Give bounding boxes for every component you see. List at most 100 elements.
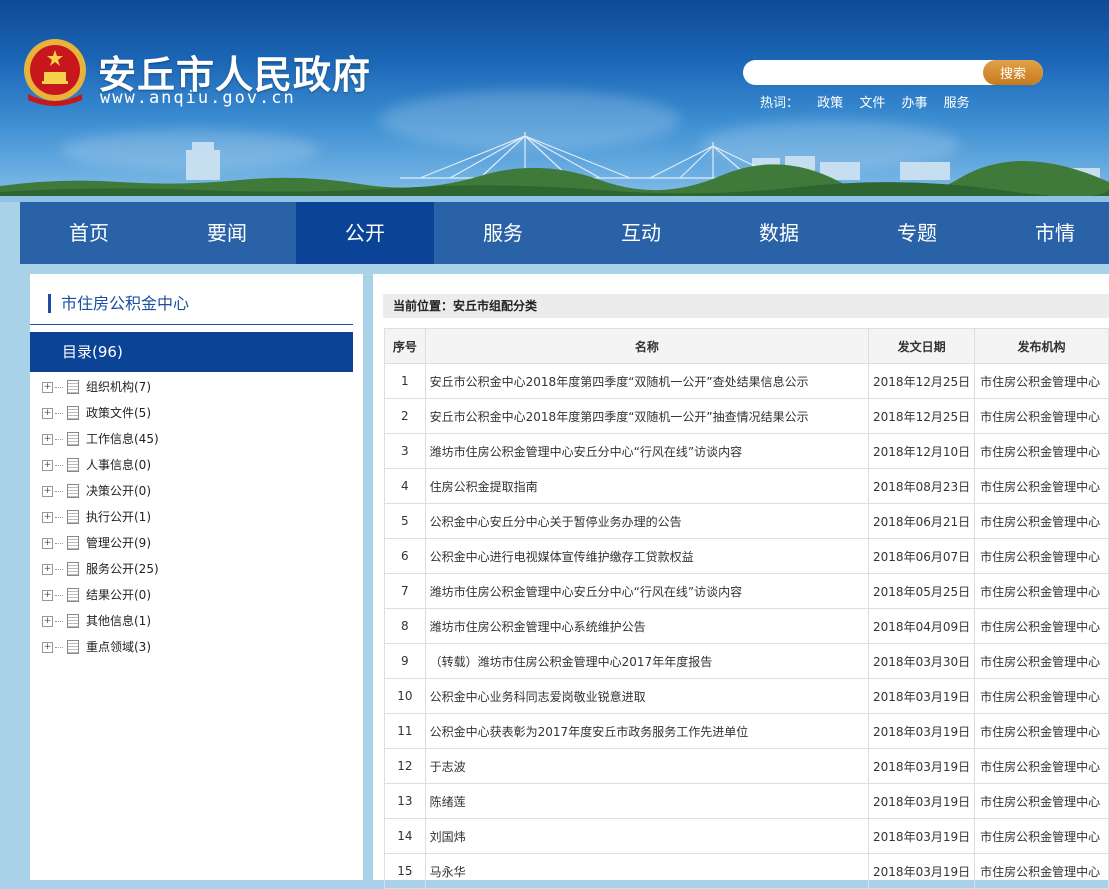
expand-plus-icon[interactable]: + (42, 563, 53, 575)
row-title-link[interactable]: 潍坊市住房公积金管理中心安丘分中心“行风在线”访谈内容 (424, 433, 870, 469)
nav-item-service[interactable]: 服务 (434, 202, 572, 264)
row-title-link[interactable]: 公积金中心获表彰为2017年度安丘市政务服务工作先进单位 (424, 713, 870, 749)
tree-item[interactable]: + 服务公开(25) (42, 556, 159, 582)
row-date: 2018年03月19日 (868, 678, 976, 714)
breadcrumb: 当前位置：安丘市组配分类 (383, 294, 1109, 318)
row-org: 市住房公积金管理中心 (974, 853, 1109, 889)
row-date: 2018年12月10日 (868, 433, 976, 469)
expand-plus-icon[interactable]: + (42, 641, 53, 653)
tree-item[interactable]: + 其他信息(1) (42, 608, 159, 634)
row-title-link[interactable]: 住房公积金提取指南 (424, 468, 870, 504)
tree-item[interactable]: + 重点领域(3) (42, 634, 159, 660)
nav-item-city-info[interactable]: 市情 (986, 202, 1109, 264)
document-icon (67, 588, 79, 602)
row-org: 市住房公积金管理中心 (974, 503, 1109, 539)
nav-item-data[interactable]: 数据 (710, 202, 848, 264)
row-title-link[interactable]: 陈绪莲 (424, 783, 870, 819)
nav-item-public[interactable]: 公开 (296, 202, 434, 264)
row-title-link[interactable]: 潍坊市住房公积金管理中心系统维护公告 (424, 608, 870, 644)
main-nav: 首页 要闻 公开 服务 互动 数据 专题 市情 (20, 202, 1109, 264)
row-date: 2018年03月19日 (868, 818, 976, 854)
row-title-link[interactable]: 于志波 (424, 748, 870, 784)
nav-item-interaction[interactable]: 互动 (572, 202, 710, 264)
expand-plus-icon[interactable]: + (42, 511, 53, 523)
catalog-header[interactable]: 目录(96) (30, 332, 353, 372)
expand-plus-icon[interactable]: + (42, 615, 53, 627)
nav-item-topics[interactable]: 专题 (848, 202, 986, 264)
row-title-link[interactable]: 安丘市公积金中心2018年度第四季度“双随机一公开”抽查情况结果公示 (424, 398, 870, 434)
table-row: 14 刘国炜 2018年03月19日 市住房公积金管理中心 (384, 818, 1109, 854)
row-date: 2018年03月19日 (868, 748, 976, 784)
table-row: 2 安丘市公积金中心2018年度第四季度“双随机一公开”抽查情况结果公示 2018年… (384, 398, 1109, 434)
expand-plus-icon[interactable]: + (42, 589, 53, 601)
expand-plus-icon[interactable]: + (42, 433, 53, 445)
row-title-link[interactable]: 安丘市公积金中心2018年度第四季度“双随机一公开”查处结果信息公示 (424, 363, 870, 399)
sidebar-title: 市住房公积金中心 (48, 294, 189, 313)
tree-item[interactable]: + 管理公开(9) (42, 530, 159, 556)
tree-connector (55, 386, 63, 388)
document-table: 序号 名称 发文日期 发布机构 1 安丘市公积金中心2018年度第四季度“双随机一… (384, 328, 1109, 889)
hot-word-link[interactable]: 政策 (817, 96, 843, 111)
table-row: 7 潍坊市住房公积金管理中心安丘分中心“行风在线”访谈内容 2018年05月25日市… (384, 573, 1109, 609)
nav-item-news[interactable]: 要闻 (158, 202, 296, 264)
search-button[interactable]: 搜索 (983, 60, 1043, 85)
column-header-date: 发文日期 (868, 328, 976, 364)
document-icon (67, 484, 79, 498)
row-org: 市住房公积金管理中心 (974, 643, 1109, 679)
document-icon (67, 562, 79, 576)
row-date: 2018年06月21日 (868, 503, 976, 539)
tree-item[interactable]: + 人事信息(0) (42, 452, 159, 478)
tree-item-label: 工作信息(45) (86, 432, 159, 446)
row-org: 市住房公积金管理中心 (974, 678, 1109, 714)
expand-plus-icon[interactable]: + (42, 407, 53, 419)
tree-item[interactable]: + 执行公开(1) (42, 504, 159, 530)
tree-item[interactable]: + 政策文件(5) (42, 400, 159, 426)
expand-plus-icon[interactable]: + (42, 485, 53, 497)
tree-item[interactable]: + 组织机构(7) (42, 374, 159, 400)
document-icon (67, 614, 79, 628)
hot-word-link[interactable]: 服务 (944, 96, 970, 111)
row-title-link[interactable]: 公积金中心业务科同志爱岗敬业锐意进取 (424, 678, 870, 714)
tree-item[interactable]: + 结果公开(0) (42, 582, 159, 608)
table-row: 15 马永华 2018年03月19日 市住房公积金管理中心 (384, 853, 1109, 889)
row-date: 2018年04月09日 (868, 608, 976, 644)
nav-item-home[interactable]: 首页 (20, 202, 158, 264)
catalog-label: 目录(96) (62, 343, 123, 361)
site-header: 安丘市人民政府 www.anqiu.gov.cn 搜索 热词： 政策 文件 办事… (0, 0, 1109, 202)
search-input[interactable] (743, 60, 1005, 85)
row-org: 市住房公积金管理中心 (974, 433, 1109, 469)
row-title-link[interactable]: （转载）潍坊市住房公积金管理中心2017年年度报告 (424, 643, 870, 679)
row-date: 2018年08月23日 (868, 468, 976, 504)
row-title-link[interactable]: 马永华 (424, 853, 870, 889)
expand-plus-icon[interactable]: + (42, 381, 53, 393)
table-row: 8 潍坊市住房公积金管理中心系统维护公告 2018年04月09日 市住房公积金管理中心 (384, 608, 1109, 644)
search-box: 搜索 (743, 60, 1043, 85)
tree-item-label: 结果公开(0) (86, 588, 151, 602)
row-index: 14 (384, 818, 426, 854)
row-title-link[interactable]: 刘国炜 (424, 818, 870, 854)
row-index: 13 (384, 783, 426, 819)
city-skyline-illustration (0, 132, 1109, 202)
row-index: 15 (384, 853, 426, 889)
table-row: 11 公积金中心获表彰为2017年度安丘市政务服务工作先进单位 2018年03月19… (384, 713, 1109, 749)
row-title-link[interactable]: 潍坊市住房公积金管理中心安丘分中心“行风在线”访谈内容 (424, 573, 870, 609)
expand-plus-icon[interactable]: + (42, 537, 53, 549)
tree-connector (55, 490, 63, 492)
document-icon (67, 380, 79, 394)
row-org: 市住房公积金管理中心 (974, 398, 1109, 434)
tree-item[interactable]: + 工作信息(45) (42, 426, 159, 452)
table-row: 10 公积金中心业务科同志爱岗敬业锐意进取 2018年03月19日 市住房公积金管理中… (384, 678, 1109, 714)
row-date: 2018年06月07日 (868, 538, 976, 574)
tree-connector (55, 646, 63, 648)
row-index: 12 (384, 748, 426, 784)
row-index: 9 (384, 643, 426, 679)
column-header-org: 发布机构 (974, 328, 1109, 364)
row-title-link[interactable]: 公积金中心进行电视媒体宣传维护缴存工贷款权益 (424, 538, 870, 574)
hot-word-link[interactable]: 文件 (859, 96, 885, 111)
sidebar: 市住房公积金中心 目录(96) + 组织机构(7) + 政策文件(5) + 工作信息(45… (30, 274, 363, 880)
tree-item[interactable]: + 决策公开(0) (42, 478, 159, 504)
hot-word-link[interactable]: 办事 (901, 96, 927, 111)
row-title-link[interactable]: 公积金中心安丘分中心关于暂停业务办理的公告 (424, 503, 870, 539)
expand-plus-icon[interactable]: + (42, 459, 53, 471)
table-row: 3 潍坊市住房公积金管理中心安丘分中心“行风在线”访谈内容 2018年12月10日市… (384, 433, 1109, 469)
